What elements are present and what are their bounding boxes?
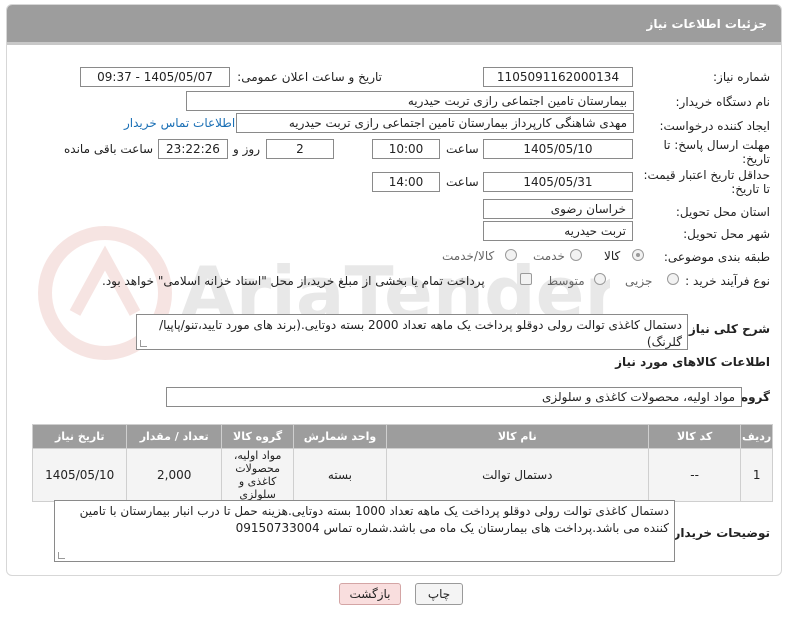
announce-field: 1405/05/07 - 09:37	[80, 67, 230, 87]
deadline-label-date: تاریخ:	[742, 152, 770, 166]
process-radio-minor[interactable]	[667, 273, 679, 285]
category-radio-goods[interactable]	[632, 249, 644, 261]
col-code: کد کالا	[647, 424, 742, 449]
col-date: تاریخ نیاز	[31, 424, 128, 449]
days-field: 2	[266, 139, 334, 159]
buyer-org-label: نام دستگاه خریدار:	[675, 95, 771, 109]
validity-label: حداقل تاریخ اعتبار قیمت:	[643, 168, 770, 182]
need-number-field: 1105091162000134	[483, 67, 633, 87]
validity-time-word: ساعت	[446, 175, 479, 189]
cell-quantity: 2,000	[126, 448, 222, 502]
cell-group: مواد اولیه، محصولات کاغذی و سلولزی	[220, 448, 295, 502]
need-number-label: شماره نیاز:	[713, 70, 770, 84]
category-radio-goods-service[interactable]	[505, 249, 517, 261]
col-unit: واحد شمارش	[293, 424, 387, 449]
description-textarea: دستمال کاغذی توالت رولی دوقلو پرداخت یک …	[136, 314, 688, 350]
process-option-minor: جزیی	[625, 274, 653, 288]
category-option-goods: کالا	[604, 249, 621, 263]
col-row: ردیف	[740, 424, 773, 449]
table-row: 1 -- دستمال توالت بسته مواد اولیه، محصول…	[31, 448, 773, 502]
delivery-city-label: شهر محل تحویل:	[683, 227, 770, 241]
treasury-payment-note: پرداخت تمام یا بخشی از مبلغ خرید،از محل …	[102, 274, 485, 288]
goods-table: ردیف کد کالا نام کالا واحد شمارش گروه کا…	[31, 424, 773, 502]
validity-date-field: 1405/05/31	[483, 172, 633, 192]
deadline-time-word: ساعت	[446, 142, 479, 156]
process-option-medium: متوسط	[547, 274, 585, 288]
cell-code: --	[647, 448, 742, 502]
panel-title: جزئیات اطلاعات نیاز	[646, 17, 767, 31]
col-quantity: تعداد / مقدار	[126, 424, 222, 449]
deadline-date-field: 1405/05/10	[483, 139, 633, 159]
deadline-label: مهلت ارسال پاسخ: تا	[663, 138, 770, 152]
col-name: نام کالا	[385, 424, 649, 449]
requester-label: ایجاد کننده درخواست:	[659, 119, 770, 133]
days-word: روز و	[233, 142, 260, 156]
announce-label: تاریخ و ساعت اعلان عمومی:	[237, 70, 382, 84]
goods-group-field: مواد اولیه، محصولات کاغذی و سلولزی	[166, 387, 742, 407]
validity-time-field: 14:00	[372, 172, 440, 192]
buyer-org-field: بیمارستان تامین اجتماعی رازی تربت حیدریه	[186, 91, 634, 111]
delivery-province-label: استان محل تحویل:	[675, 205, 770, 219]
description-text: دستمال کاغذی توالت رولی دوقلو پرداخت یک …	[159, 318, 682, 349]
delivery-province-field: خراسان رضوی	[483, 199, 633, 219]
buyer-contact-link[interactable]: اطلاعات تماس خریدار	[124, 116, 235, 130]
buyer-notes-text: دستمال کاغذی توالت رولی دوقلو پرداخت یک …	[79, 504, 669, 535]
panel-header: جزئیات اطلاعات نیاز	[7, 5, 781, 45]
buyer-notes-label: توضیحات خریدار:	[668, 526, 770, 540]
col-group: گروه کالا	[220, 424, 295, 449]
cell-row: 1	[740, 448, 773, 502]
remaining-word: ساعت باقی مانده	[64, 142, 154, 156]
print-button[interactable]: چاپ	[415, 583, 463, 605]
back-button[interactable]: بازگشت	[339, 583, 401, 605]
cell-unit: بسته	[293, 448, 387, 502]
goods-table-header: ردیف کد کالا نام کالا واحد شمارش گروه کا…	[31, 424, 773, 449]
requester-field: مهدی شاهنگی کارپرداز بیمارستان تامین اجت…	[236, 113, 634, 133]
resize-grip[interactable]	[140, 340, 147, 347]
remaining-time-field: 23:22:26	[158, 139, 228, 159]
delivery-city-field: تربت حیدریه	[483, 221, 633, 241]
cell-name: دستمال توالت	[385, 448, 649, 502]
category-option-service: خدمت	[533, 249, 565, 263]
validity-label-date: تا تاریخ:	[731, 182, 770, 196]
category-label: طبقه بندی موضوعی:	[663, 250, 770, 264]
category-radio-service[interactable]	[570, 249, 582, 261]
buyer-notes-textarea: دستمال کاغذی توالت رولی دوقلو پرداخت یک …	[54, 500, 675, 562]
description-label: شرح کلی نیاز:	[684, 322, 770, 336]
process-label: نوع فرآیند خرید :	[685, 274, 770, 288]
goods-info-title: اطلاعات کالاهای مورد نیاز	[615, 355, 770, 369]
resize-grip[interactable]	[58, 552, 65, 559]
deadline-time-field: 10:00	[372, 139, 440, 159]
cell-date: 1405/05/10	[31, 448, 128, 502]
category-option-goods-service: کالا/خدمت	[442, 249, 495, 263]
process-radio-medium[interactable]	[594, 273, 606, 285]
treasury-payment-checkbox[interactable]	[520, 273, 532, 285]
